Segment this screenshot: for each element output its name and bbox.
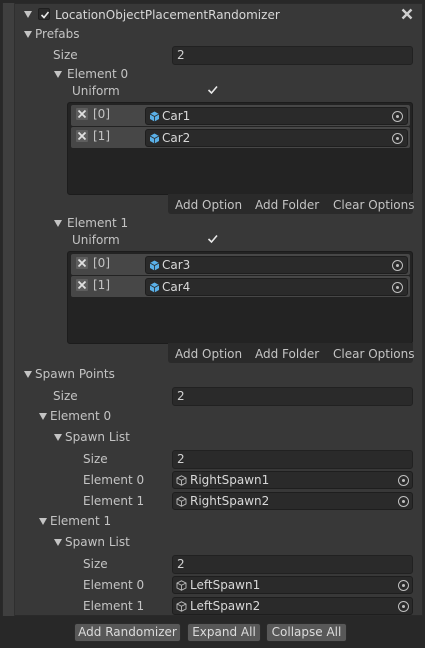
check-icon <box>207 234 218 244</box>
gameobject-field[interactable]: LeftSpawn1 <box>172 576 413 594</box>
randomizer-title: LocationObjectPlacementRandomizer <box>55 8 280 22</box>
element-1-foldout-icon[interactable] <box>54 220 62 227</box>
spawn-list-size-field[interactable]: 2 <box>172 450 413 469</box>
add-option-button[interactable]: Add Option <box>175 346 242 362</box>
check-icon <box>40 11 50 19</box>
uniform-label: Uniform <box>72 233 120 247</box>
clear-options-button[interactable]: Clear Options <box>333 197 415 213</box>
object-picker-icon[interactable] <box>398 475 409 486</box>
check-icon <box>207 85 218 95</box>
prefab-name: Car4 <box>162 280 191 294</box>
spawn-list-label: Spawn List <box>65 430 130 444</box>
object-picker-icon[interactable] <box>392 133 403 144</box>
prefab-cube-icon <box>149 110 160 126</box>
gameobject-field[interactable]: RightSpawn1 <box>172 471 413 489</box>
foldout-triangle-icon[interactable] <box>24 11 32 18</box>
item-index: [0] <box>93 256 110 270</box>
uniform-checkbox[interactable] <box>206 84 220 96</box>
prefab-object-field[interactable]: Car4 <box>145 278 408 296</box>
spawn-points-size-label: Size <box>53 389 78 403</box>
gameobject-field[interactable]: LeftSpawn2 <box>172 597 413 615</box>
add-randomizer-button[interactable]: Add Randomizer <box>74 623 181 642</box>
item-index: [1] <box>93 278 110 292</box>
prefabs-size-label: Size <box>53 48 78 62</box>
clear-options-button[interactable]: Clear Options <box>333 346 415 362</box>
enabled-checkbox[interactable] <box>38 8 50 20</box>
spawn-item-label: Element 1 <box>83 494 145 508</box>
element-0-foldout-icon[interactable] <box>54 71 62 78</box>
spawn-list-foldout-icon[interactable] <box>54 539 62 546</box>
spawn-element-1-foldout-icon[interactable] <box>39 518 47 525</box>
prefab-cube-icon <box>149 281 160 297</box>
prefabs-foldout-icon[interactable] <box>24 31 32 38</box>
prefab-name: Car2 <box>162 131 191 145</box>
spawn-list-label: Spawn List <box>65 535 130 549</box>
spawn-points-foldout-icon[interactable] <box>24 371 32 378</box>
prefab-object-field[interactable]: Car1 <box>145 107 408 125</box>
collapse-all-button[interactable]: Collapse All <box>266 623 347 642</box>
gameobject-field[interactable]: RightSpawn2 <box>172 492 413 510</box>
object-picker-icon[interactable] <box>398 496 409 507</box>
add-option-button[interactable]: Add Option <box>175 197 242 213</box>
prefab-element-1-label: Element 1 <box>67 216 129 230</box>
spawn-value: LeftSpawn2 <box>190 599 261 613</box>
gameobject-cube-icon <box>176 474 187 490</box>
x-icon[interactable] <box>76 108 88 120</box>
spawn-element-0-label: Element 0 <box>50 409 112 423</box>
close-icon[interactable] <box>400 7 414 21</box>
object-picker-icon[interactable] <box>392 282 403 293</box>
expand-all-button[interactable]: Expand All <box>187 623 261 642</box>
spawn-list-size-label: Size <box>83 452 108 466</box>
object-picker-icon[interactable] <box>398 601 409 612</box>
prefab-cube-icon <box>149 259 160 275</box>
collapse-rail[interactable] <box>3 3 15 616</box>
uniform-label: Uniform <box>72 84 120 98</box>
spawn-value: RightSpawn1 <box>190 473 270 487</box>
uniform-checkbox[interactable] <box>206 233 220 245</box>
add-folder-button[interactable]: Add Folder <box>255 346 319 362</box>
object-picker-icon[interactable] <box>392 260 403 271</box>
prefabs-label: Prefabs <box>35 27 80 41</box>
prefab-name: Car3 <box>162 258 191 272</box>
x-icon[interactable] <box>76 257 88 269</box>
prefab-element-0-label: Element 0 <box>67 67 129 81</box>
add-folder-button[interactable]: Add Folder <box>255 197 319 213</box>
prefab-name: Car1 <box>162 109 191 123</box>
object-picker-icon[interactable] <box>392 111 403 122</box>
spawn-value: LeftSpawn1 <box>190 578 261 592</box>
x-icon[interactable] <box>76 130 88 142</box>
spawn-value: RightSpawn2 <box>190 494 270 508</box>
spawn-list-size-label: Size <box>83 557 108 571</box>
prefabs-size-field[interactable]: 2 <box>172 46 413 65</box>
spawn-list-foldout-icon[interactable] <box>54 434 62 441</box>
spawn-list-size-field[interactable]: 2 <box>172 555 413 574</box>
gameobject-cube-icon <box>176 579 187 595</box>
item-index: [1] <box>93 129 110 143</box>
prefab-cube-icon <box>149 132 160 148</box>
item-index: [0] <box>93 107 110 121</box>
x-icon[interactable] <box>76 279 88 291</box>
gameobject-cube-icon <box>176 600 187 616</box>
spawn-points-size-field[interactable]: 2 <box>172 387 413 406</box>
spawn-item-label: Element 1 <box>83 599 145 613</box>
spawn-item-label: Element 0 <box>83 473 145 487</box>
prefab-object-field[interactable]: Car2 <box>145 129 408 147</box>
spawn-points-label: Spawn Points <box>35 367 115 381</box>
gameobject-cube-icon <box>176 495 187 511</box>
prefab-object-field[interactable]: Car3 <box>145 256 408 274</box>
spawn-element-0-foldout-icon[interactable] <box>39 413 47 420</box>
spawn-item-label: Element 0 <box>83 578 145 592</box>
spawn-element-1-label: Element 1 <box>50 514 112 528</box>
object-picker-icon[interactable] <box>398 580 409 591</box>
